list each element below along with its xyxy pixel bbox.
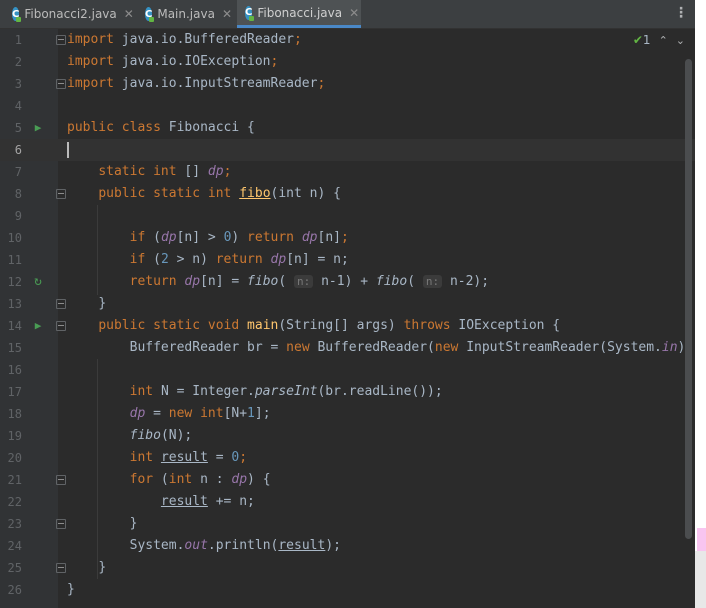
code-line: 7 static int [] dp; xyxy=(0,161,695,183)
line-number: 25 xyxy=(7,561,22,575)
editor-tab-bar: C Fibonacci2.java ✕ C Main.java ✕ C Fibo… xyxy=(0,0,695,29)
line-number: 8 xyxy=(14,187,22,201)
line-number: 7 xyxy=(14,165,22,179)
close-icon[interactable]: ✕ xyxy=(349,6,359,20)
code-line: 5 ▶ public class Fibonacci { xyxy=(0,117,695,139)
fold-icon[interactable] xyxy=(56,475,66,485)
line-number: 15 xyxy=(7,341,22,355)
fold-icon[interactable] xyxy=(56,563,66,573)
line-number: 3 xyxy=(14,77,22,91)
close-icon[interactable]: ✕ xyxy=(222,7,232,21)
line-number: 17 xyxy=(7,385,22,399)
text-caret xyxy=(67,142,69,158)
code-line: 21 for (int n : dp) { xyxy=(0,469,695,491)
code-line: 23 } xyxy=(0,513,695,535)
code-line: 10 if (dp[n] > 0) return dp[n]; xyxy=(0,227,695,249)
code-line: 1 import java.io.BufferedReader; xyxy=(0,29,695,51)
close-icon[interactable]: ✕ xyxy=(124,7,134,21)
code-line: 22 result += n; xyxy=(0,491,695,513)
line-number: 12 xyxy=(7,275,22,289)
ide-window: C Fibonacci2.java ✕ C Main.java ✕ C Fibo… xyxy=(0,0,695,608)
fold-icon[interactable] xyxy=(56,519,66,529)
code-line: 13 } xyxy=(0,293,695,315)
code-line: 2 import java.io.IOException; xyxy=(0,51,695,73)
line-number: 23 xyxy=(7,517,22,531)
tab-main[interactable]: C Main.java ✕ xyxy=(137,0,235,28)
line-number: 5 xyxy=(14,121,22,135)
code-line: 3 import java.io.InputStreamReader; xyxy=(0,73,695,95)
line-number: 9 xyxy=(14,209,22,223)
line-number: 22 xyxy=(7,495,22,509)
code-line: 15 BufferedReader br = new BufferedReade… xyxy=(0,337,695,359)
code-line: 19 fibo(N); xyxy=(0,425,695,447)
run-icon[interactable]: ▶ xyxy=(32,315,44,337)
code-line: 8 public static int fibo(int n) { xyxy=(0,183,695,205)
fold-icon[interactable] xyxy=(56,321,66,331)
tab-label: Fibonacci.java xyxy=(257,5,343,20)
fold-icon[interactable] xyxy=(56,79,66,89)
background-window-fragment xyxy=(695,551,706,608)
code-line-current: 6 xyxy=(0,139,695,161)
code-line: 26 } xyxy=(0,579,695,601)
param-hint: n: xyxy=(294,275,314,288)
line-number: 4 xyxy=(14,99,22,113)
line-number: 24 xyxy=(7,539,22,553)
java-class-icon: C xyxy=(245,5,255,21)
line-number: 19 xyxy=(7,429,22,443)
more-options-icon[interactable]: ⋮ xyxy=(674,5,688,21)
line-number: 10 xyxy=(7,231,22,245)
code-line: 18 dp = new int[N+1]; xyxy=(0,403,695,425)
recursive-call-icon: ↻ xyxy=(34,274,42,289)
code-line: 12 ↻ return dp[n] = fibo( n: n-1) + fibo… xyxy=(0,271,695,293)
tab-label: Main.java xyxy=(157,7,215,21)
java-class-icon: C xyxy=(145,7,155,22)
fold-icon[interactable] xyxy=(56,35,66,45)
code-line: 16 xyxy=(0,359,695,381)
fold-icon[interactable] xyxy=(56,299,66,309)
line-number: 18 xyxy=(7,407,22,421)
line-number: 14 xyxy=(7,319,22,333)
line-number: 26 xyxy=(7,583,22,597)
line-number: 2 xyxy=(14,55,22,69)
code-line: 9 xyxy=(0,205,695,227)
line-number: 11 xyxy=(7,253,22,267)
vertical-scrollbar[interactable] xyxy=(685,59,692,539)
java-class-icon: C xyxy=(12,7,22,22)
tab-fibonacci2[interactable]: C Fibonacci2.java ✕ xyxy=(4,0,136,28)
line-number: 16 xyxy=(7,363,22,377)
param-hint: n: xyxy=(422,275,443,288)
code-line: 20 int result = 0; xyxy=(0,447,695,469)
tab-label: Fibonacci2.java xyxy=(24,7,117,21)
code-line: 24 System.out.println(result); xyxy=(0,535,695,557)
line-number: 1 xyxy=(14,33,22,47)
line-number: 13 xyxy=(7,297,22,311)
code-line: 4 xyxy=(0,95,695,117)
line-number: 21 xyxy=(7,473,22,487)
code-editor[interactable]: ✔1 ⌃ ⌄ 1 import java.io.BufferedReader; … xyxy=(0,29,695,608)
tab-fibonacci[interactable]: C Fibonacci.java ✕ xyxy=(237,0,361,28)
line-number: 6 xyxy=(14,143,22,157)
fold-icon[interactable] xyxy=(56,189,66,199)
code-line: 25 } xyxy=(0,557,695,579)
code-line: 17 int N = Integer.parseInt(br.readLine(… xyxy=(0,381,695,403)
run-icon[interactable]: ▶ xyxy=(32,117,44,139)
code-line: 11 if (2 > n) return dp[n] = n; xyxy=(0,249,695,271)
line-number: 20 xyxy=(7,451,22,465)
code-line: 14 ▶ public static void main(String[] ar… xyxy=(0,315,695,337)
